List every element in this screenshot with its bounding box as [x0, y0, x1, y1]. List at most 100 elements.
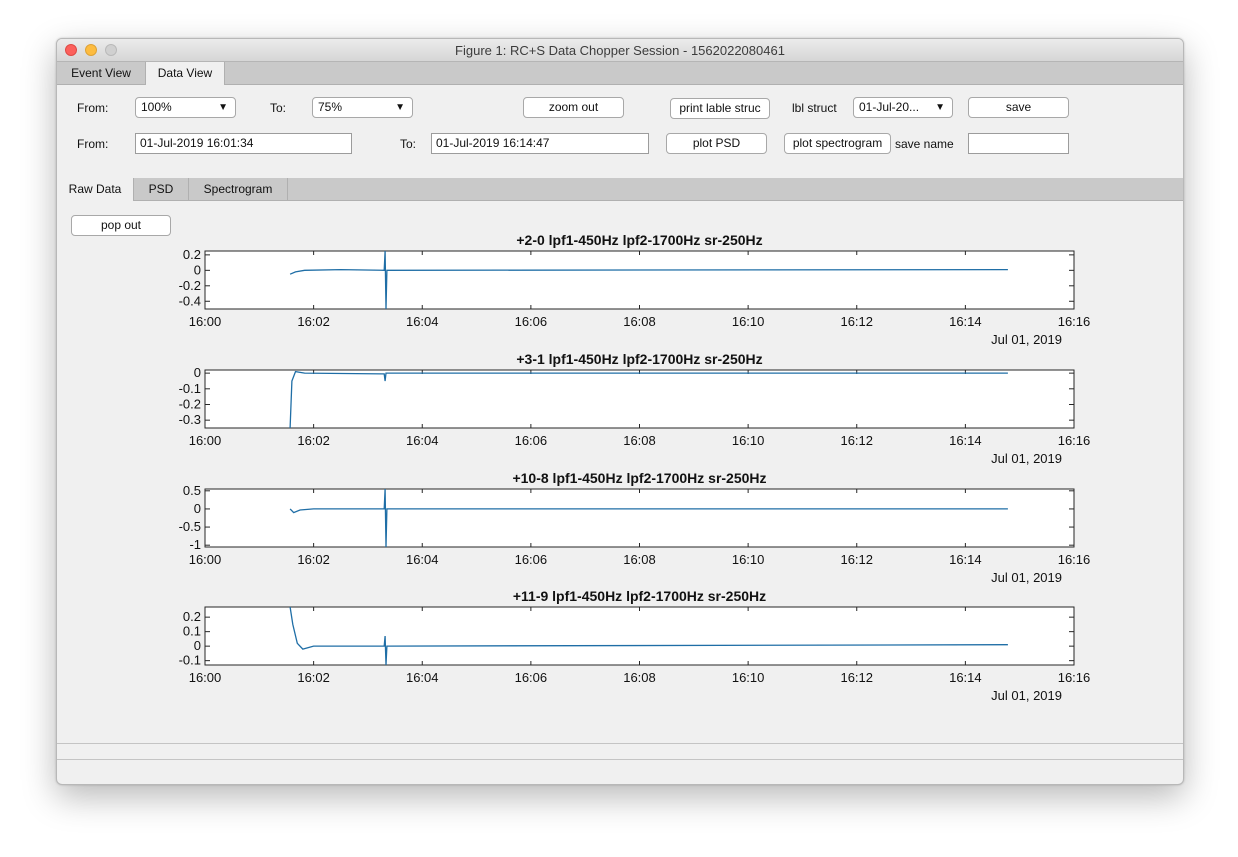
tab-spectrogram[interactable]: Spectrogram	[189, 178, 288, 200]
plot-axes-box	[204, 606, 1075, 666]
y-tick-label: -0.3	[179, 412, 201, 427]
top-tab-bar: Event View Data View	[57, 62, 1183, 85]
x-date-label: Jul 01, 2019	[991, 570, 1062, 585]
y-tick-label: -0.1	[179, 381, 201, 396]
chevron-down-icon: ▼	[218, 102, 228, 113]
lbl-struct-select[interactable]: 01-Jul-20... ▼	[853, 97, 953, 118]
from-time-input[interactable]: 01-Jul-2019 16:01:34	[135, 133, 352, 154]
status-divider	[57, 759, 1183, 760]
y-tick-label: 0	[194, 262, 201, 277]
x-tick-label: 16:02	[297, 552, 330, 567]
print-label-struct-button[interactable]: print lable struc	[670, 98, 770, 119]
plot-spectrogram-button[interactable]: plot spectrogram	[784, 133, 891, 154]
x-tick-label: 16:16	[1058, 670, 1091, 685]
subplot-2: +3-1 lpf1-450Hz lpf2-1700Hz sr-250Hz 16:0…	[179, 351, 1091, 466]
to-time-input[interactable]: 01-Jul-2019 16:14:47	[431, 133, 649, 154]
plot-axes-box	[204, 488, 1075, 548]
x-tick-label: 16:16	[1058, 433, 1091, 448]
x-date-label: Jul 01, 2019	[991, 332, 1062, 347]
x-tick-label: 16:14	[949, 314, 982, 329]
x-tick-label: 16:02	[297, 433, 330, 448]
tab-psd[interactable]: PSD	[134, 178, 189, 200]
x-tick-label: 16:08	[623, 314, 656, 329]
to-percent-label: To:	[270, 101, 287, 115]
plot-axes-box	[204, 250, 1075, 310]
subplot-3: +10-8 lpf1-450Hz lpf2-1700Hz sr-250Hz 16:…	[179, 470, 1091, 585]
x-tick-label: 16:04	[406, 552, 439, 567]
lbl-struct-label: lbl struct	[792, 101, 837, 115]
y-tick-label: 0.2	[183, 247, 201, 262]
subplot-title: +10-8 lpf1-450Hz lpf2-1700Hz sr-250Hz	[512, 470, 766, 486]
save-button[interactable]: save	[968, 97, 1069, 118]
y-tick-label: 0	[194, 638, 201, 653]
x-tick-label: 16:12	[840, 670, 873, 685]
x-tick-label: 16:12	[840, 552, 873, 567]
y-tick-label: 0.1	[183, 624, 201, 639]
tab-data-view[interactable]: Data View	[145, 62, 225, 85]
tab-raw-data[interactable]: Raw Data	[57, 178, 134, 201]
y-tick-label: 0.5	[183, 483, 201, 498]
y-tick-label: -1	[189, 537, 201, 552]
x-tick-label: 16:00	[189, 670, 222, 685]
y-tick-label: -0.2	[179, 278, 201, 293]
x-tick-label: 16:14	[949, 552, 982, 567]
subplot-title: +11-9 lpf1-450Hz lpf2-1700Hz sr-250Hz	[513, 588, 766, 604]
x-tick-label: 16:00	[189, 433, 222, 448]
x-tick-label: 16:06	[515, 433, 548, 448]
x-tick-label: 16:06	[515, 552, 548, 567]
x-tick-label: 16:04	[406, 433, 439, 448]
from-percent-value: 100%	[141, 100, 172, 114]
subplot-title: +3-1 lpf1-450Hz lpf2-1700Hz sr-250Hz	[516, 351, 762, 367]
y-tick-label: 0	[194, 365, 201, 380]
x-tick-label: 16:06	[515, 670, 548, 685]
tab-event-view[interactable]: Event View	[57, 62, 145, 84]
to-time-label: To:	[400, 137, 417, 151]
save-name-input[interactable]	[968, 133, 1069, 154]
chevron-down-icon: ▼	[935, 102, 945, 113]
x-tick-label: 16:04	[406, 314, 439, 329]
plot-psd-button[interactable]: plot PSD	[666, 133, 767, 154]
x-tick-label: 16:00	[189, 552, 222, 567]
x-tick-label: 16:14	[949, 670, 982, 685]
x-tick-label: 16:08	[623, 670, 656, 685]
window-title: Figure 1: RC+S Data Chopper Session - 15…	[455, 43, 785, 58]
x-tick-label: 16:02	[297, 314, 330, 329]
x-tick-label: 16:10	[732, 433, 765, 448]
to-percent-value: 75%	[318, 100, 343, 114]
x-tick-label: 16:04	[406, 670, 439, 685]
y-tick-label: -0.1	[179, 653, 201, 668]
from-percent-label: From:	[77, 101, 109, 115]
x-tick-label: 16:10	[732, 670, 765, 685]
title-bar[interactable]: Figure 1: RC+S Data Chopper Session - 15…	[57, 39, 1183, 62]
x-tick-label: 16:10	[732, 552, 765, 567]
panel-divider	[57, 743, 1183, 744]
x-date-label: Jul 01, 2019	[991, 451, 1062, 466]
y-tick-label: 0	[194, 501, 201, 516]
plot-axes-box	[204, 369, 1075, 429]
from-percent-select[interactable]: 100% ▼	[135, 97, 236, 118]
x-tick-label: 16:00	[189, 314, 222, 329]
y-tick-label: 0.2	[183, 609, 201, 624]
x-tick-label: 16:08	[623, 433, 656, 448]
from-time-label: From:	[77, 137, 109, 151]
save-name-label: save name	[895, 137, 954, 151]
x-tick-label: 16:02	[297, 670, 330, 685]
chevron-down-icon: ▼	[395, 102, 405, 113]
raw-data-plots: +2-0 lpf1-450Hz lpf2-1700Hz sr-250Hz 16:0…	[179, 232, 1091, 703]
x-tick-label: 16:12	[840, 314, 873, 329]
subplot-1: +2-0 lpf1-450Hz lpf2-1700Hz sr-250Hz 16:0…	[179, 232, 1091, 347]
x-date-label: Jul 01, 2019	[991, 688, 1062, 703]
subplot-title: +2-0 lpf1-450Hz lpf2-1700Hz sr-250Hz	[516, 232, 762, 248]
x-tick-label: 16:08	[623, 552, 656, 567]
lbl-struct-value: 01-Jul-20...	[859, 100, 920, 114]
to-percent-select[interactable]: 75% ▼	[312, 97, 413, 118]
inner-tab-bar: Raw Data PSD Spectrogram	[57, 178, 1183, 201]
x-tick-label: 16:06	[515, 314, 548, 329]
y-tick-label: -0.4	[179, 293, 201, 308]
figure-window: Figure 1: RC+S Data Chopper Session - 15…	[56, 38, 1184, 785]
x-tick-label: 16:16	[1058, 314, 1091, 329]
zoom-out-button[interactable]: zoom out	[523, 97, 624, 118]
x-tick-label: 16:12	[840, 433, 873, 448]
x-tick-label: 16:16	[1058, 552, 1091, 567]
subplot-4: +11-9 lpf1-450Hz lpf2-1700Hz sr-250Hz 16:…	[179, 588, 1091, 703]
